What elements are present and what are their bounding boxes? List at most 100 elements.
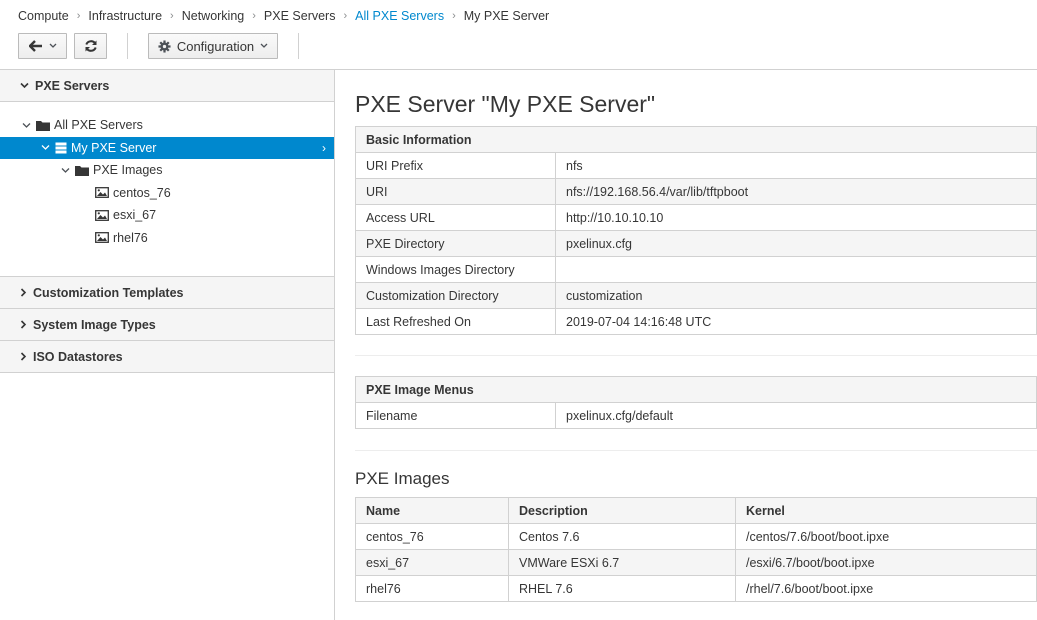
table-row: PXE Directory pxelinux.cfg — [355, 230, 1037, 257]
breadcrumb-current: My PXE Server — [463, 9, 550, 23]
row-label: URI — [355, 178, 556, 205]
table-row: Filename pxelinux.cfg/default — [355, 402, 1037, 429]
refresh-icon — [84, 40, 97, 52]
accordion-label: System Image Types — [33, 317, 156, 332]
row-label: Access URL — [355, 204, 556, 231]
table-row: Customization Directory customization — [355, 282, 1037, 309]
chevron-down-icon — [260, 43, 268, 48]
server-icon — [55, 142, 67, 154]
accordion-customization-templates[interactable]: Customization Templates — [0, 277, 334, 309]
tree-node-label: rhel76 — [113, 230, 148, 245]
pxe-images-table: Name Description Kernel centos_76 Centos… — [355, 497, 1037, 602]
chevron-down-icon[interactable] — [59, 167, 71, 174]
row-label: PXE Directory — [355, 230, 556, 257]
configuration-label: Configuration — [176, 38, 255, 54]
chevron-right-icon: › — [170, 10, 174, 22]
breadcrumb-compute: Compute — [18, 9, 69, 23]
chevron-right-icon — [20, 352, 27, 361]
cell-name: centos_76 — [355, 523, 509, 550]
row-value: http://10.10.10.10 — [555, 204, 1037, 231]
back-arrow-icon — [28, 40, 42, 52]
row-value: pxelinux.cfg — [555, 230, 1037, 257]
column-header-name[interactable]: Name — [355, 497, 509, 524]
accordion-pxe-servers[interactable]: PXE Servers — [0, 70, 334, 102]
row-value — [555, 256, 1037, 283]
chevron-right-icon: › — [252, 10, 256, 22]
toolbar: Configuration — [18, 33, 299, 59]
chevron-down-icon — [20, 82, 29, 89]
configuration-dropdown[interactable]: Configuration — [148, 33, 278, 59]
column-header-kernel[interactable]: Kernel — [735, 497, 1037, 524]
breadcrumb-networking: Networking — [181, 9, 245, 23]
row-value: 2019-07-04 14:16:48 UTC — [555, 308, 1037, 335]
cell-kernel: /centos/7.6/boot/boot.ipxe — [735, 523, 1037, 550]
pxe-images-title: PXE Images — [355, 469, 450, 488]
tree-node-all-pxe-servers[interactable]: All PXE Servers — [0, 114, 334, 137]
table-header: PXE Image Menus — [355, 376, 1037, 403]
main-content: PXE Server "My PXE Server" Basic Informa… — [355, 70, 1037, 620]
chevron-right-icon: › — [343, 10, 348, 22]
tree-node-label: PXE Images — [93, 163, 163, 178]
chevron-right-icon — [20, 288, 27, 297]
row-value: nfs://192.168.56.4/var/lib/tftpboot — [555, 178, 1037, 205]
row-label: Last Refreshed On — [355, 308, 556, 335]
tree-node-image[interactable]: esxi_67 — [0, 204, 334, 227]
breadcrumb-all-pxe-servers[interactable]: All PXE Servers — [355, 9, 444, 23]
table-row[interactable]: esxi_67 VMWare ESXi 6.7 /esxi/6.7/boot/b… — [355, 549, 1037, 576]
chevron-right-icon: › — [76, 10, 81, 22]
section-divider — [355, 355, 1037, 356]
folder-icon — [36, 120, 50, 131]
accordion-label: ISO Datastores — [33, 349, 123, 364]
table-row[interactable]: centos_76 Centos 7.6 /centos/7.6/boot/bo… — [355, 523, 1037, 550]
row-value: customization — [555, 282, 1037, 309]
cell-kernel: /rhel/7.6/boot/boot.ipxe — [735, 575, 1037, 602]
row-label: Customization Directory — [355, 282, 556, 309]
accordion-label: Customization Templates — [33, 285, 184, 300]
chevron-down-icon[interactable] — [20, 122, 32, 129]
back-button[interactable] — [18, 33, 67, 59]
tree-node-label: esxi_67 — [113, 208, 157, 223]
table-header-row: Name Description Kernel — [355, 497, 1037, 524]
accordion-system-image-types[interactable]: System Image Types — [0, 309, 334, 341]
chevron-down-icon[interactable] — [39, 144, 51, 151]
tree-node-my-pxe-server[interactable]: My PXE Server › — [0, 136, 334, 159]
table-header: Basic Information — [355, 126, 1037, 153]
row-label: URI Prefix — [355, 152, 556, 179]
section-divider — [355, 450, 1037, 451]
sidebar: PXE Servers All PXE Servers My PXE Serve… — [0, 70, 335, 620]
tree-node-label: My PXE Server — [71, 140, 157, 155]
tree-node-image[interactable]: centos_76 — [0, 182, 334, 205]
row-value: nfs — [555, 152, 1037, 179]
accordion-iso-datastores[interactable]: ISO Datastores — [0, 341, 334, 373]
table-row: Access URL http://10.10.10.10 — [355, 204, 1037, 231]
chevron-down-icon — [49, 43, 56, 48]
toolbar-divider — [298, 33, 299, 59]
tree-node-label: centos_76 — [113, 185, 171, 200]
folder-icon — [75, 165, 89, 176]
breadcrumb-infrastructure: Infrastructure — [88, 9, 163, 23]
accordion-label: PXE Servers — [35, 78, 110, 93]
image-icon — [95, 209, 109, 221]
column-header-description[interactable]: Description — [508, 497, 736, 524]
image-icon — [95, 232, 109, 244]
pxe-image-menus-table: PXE Image Menus Filename pxelinux.cfg/de… — [355, 376, 1037, 429]
chevron-right-icon: › — [322, 140, 326, 155]
table-row: Windows Images Directory — [355, 256, 1037, 283]
tree-node-pxe-images[interactable]: PXE Images — [0, 159, 334, 182]
breadcrumb-pxe-servers: PXE Servers — [263, 9, 336, 23]
cell-description: Centos 7.6 — [508, 523, 736, 550]
pxe-tree: All PXE Servers My PXE Server › PXE Imag… — [0, 102, 334, 277]
table-row: URI nfs://192.168.56.4/var/lib/tftpboot — [355, 178, 1037, 205]
gear-icon — [158, 39, 171, 53]
image-icon — [95, 187, 109, 199]
table-row: Last Refreshed On 2019-07-04 14:16:48 UT… — [355, 308, 1037, 335]
table-row[interactable]: rhel76 RHEL 7.6 /rhel/7.6/boot/boot.ipxe — [355, 575, 1037, 602]
row-label: Windows Images Directory — [355, 256, 556, 283]
tree-node-image[interactable]: rhel76 — [0, 227, 334, 250]
refresh-button[interactable] — [74, 33, 107, 59]
chevron-right-icon — [20, 320, 27, 329]
tree-node-label: All PXE Servers — [54, 118, 143, 133]
cell-description: RHEL 7.6 — [508, 575, 736, 602]
cell-name: esxi_67 — [355, 549, 509, 576]
row-value: pxelinux.cfg/default — [555, 402, 1037, 429]
